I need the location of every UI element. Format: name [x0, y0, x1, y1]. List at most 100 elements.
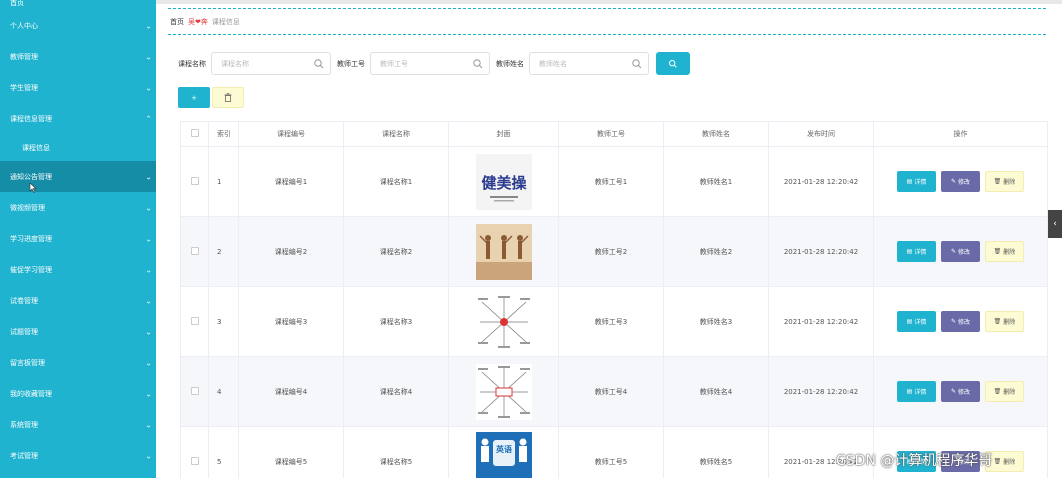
teacher-name-input[interactable]: 教师姓名 [529, 52, 649, 75]
edit-button[interactable]: ✎ 修改 [941, 311, 980, 332]
sidebar-item-videos[interactable]: 微视频管理 ⌄ [0, 192, 156, 223]
teacher-no: 教师工号5 [558, 426, 664, 478]
course-code: 课程编号3 [238, 286, 344, 357]
course-table: 索引 课程编号 课程名称 封面 教师工号 教师姓名 发布时间 操作 1 课程编号… [180, 121, 1048, 478]
sidebar-item-favorites[interactable]: 我的收藏管理 ⌄ [0, 378, 156, 409]
breadcrumb-home[interactable]: 首页 [170, 17, 184, 27]
cover-cell [448, 286, 559, 357]
pencil-icon: ✎ [950, 318, 956, 325]
chevron-down-icon: ⌄ [145, 172, 152, 181]
course-code: 课程编号2 [238, 216, 344, 287]
sidebar-item-exams[interactable]: 考试管理 ⌄ [0, 440, 156, 471]
chevron-down-icon: ⌄ [145, 265, 152, 274]
collapse-panel-button[interactable]: ‹ [1048, 210, 1062, 238]
separator-text: 吴 [188, 18, 195, 26]
sidebar-item-notices[interactable]: 通知公告管理 ⌄ [0, 161, 156, 192]
row-actions: ▤ 详情 ✎ 修改 🗑 删除 [873, 286, 1048, 357]
teacher-no-input[interactable]: 教师工号 [370, 52, 490, 75]
sidebar-item-label: 学习进度管理 [10, 234, 52, 243]
document-icon: ▤ [906, 248, 913, 255]
button-label: 修改 [958, 389, 971, 396]
row-select-cell[interactable] [180, 146, 209, 217]
sidebar-item-students[interactable]: 学生管理 ⌄ [0, 72, 156, 103]
button-label: 详情 [914, 249, 927, 256]
column-header[interactable]: 课程编号 [238, 121, 344, 147]
row-select-cell[interactable] [180, 286, 209, 357]
sidebar-item-progress[interactable]: 学习进度管理 ⌄ [0, 223, 156, 254]
column-header[interactable]: 发布时间 [768, 121, 874, 147]
row-checkbox[interactable] [190, 386, 199, 395]
column-header[interactable]: 课程名称 [343, 121, 449, 147]
add-button[interactable]: + [178, 87, 210, 108]
row-checkbox[interactable] [190, 176, 199, 185]
course-name-input[interactable]: 课程名称 [211, 52, 331, 75]
detail-button[interactable]: ▤ 详情 [897, 241, 936, 262]
detail-button[interactable]: ▤ 详情 [897, 311, 936, 332]
search-icon [314, 59, 324, 69]
trash-icon: 🗑 [993, 388, 1002, 395]
sidebar-item-label: 微视频管理 [10, 203, 45, 212]
row-select-cell[interactable] [180, 356, 209, 427]
row-select-cell[interactable] [180, 216, 209, 287]
chevron-down-icon: ⌄ [145, 203, 152, 212]
sidebar-item-questions[interactable]: 试题管理 ⌄ [0, 316, 156, 347]
sidebar-item-system[interactable]: 系统管理 ⌄ [0, 409, 156, 440]
delete-button[interactable]: 🗑 删除 [985, 311, 1024, 332]
sidebar-subitem-course-info[interactable]: 课程信息 [0, 134, 156, 161]
row-checkbox[interactable] [190, 456, 199, 465]
delete-button[interactable]: 🗑 删除 [985, 241, 1024, 262]
trash-icon: 🗑 [993, 318, 1002, 325]
sidebar-item-messages[interactable]: 留言板管理 ⌄ [0, 347, 156, 378]
teacher-no: 教师工号4 [558, 356, 664, 427]
detail-button[interactable]: ▤ 详情 [897, 171, 936, 192]
teacher-name: 教师姓名1 [663, 146, 769, 217]
sidebar-item-label: 学生管理 [10, 83, 38, 92]
column-header[interactable]: 教师姓名 [663, 121, 769, 147]
edit-button[interactable]: ✎ 修改 [941, 241, 980, 262]
row-index: 5 [208, 426, 239, 478]
teacher-no: 教师工号2 [558, 216, 664, 287]
sidebar-item-course-info[interactable]: 课程信息管理 ⌃ [0, 103, 156, 134]
trash-icon: 🗑 [993, 248, 1002, 255]
detail-button[interactable]: ▤ 详情 [897, 381, 936, 402]
sidebar-item-urge[interactable]: 催促学习管理 ⌄ [0, 254, 156, 285]
cover-image [475, 293, 532, 350]
row-checkbox[interactable] [190, 316, 199, 325]
document-icon: ▤ [906, 388, 913, 395]
select-all-checkbox[interactable] [190, 129, 199, 137]
row-select-cell[interactable] [180, 426, 209, 478]
chevron-down-icon: ⌄ [145, 389, 152, 398]
cover-text: 英语 [495, 444, 512, 454]
publish-time: 2021-01-28 12:20:42 [768, 216, 874, 287]
sidebar-item-label: 教师管理 [10, 52, 38, 61]
button-label: 详情 [914, 389, 927, 396]
sidebar-item-home[interactable]: 首页 [0, 0, 156, 10]
search-button[interactable] [656, 52, 690, 75]
button-label: 详情 [914, 319, 927, 326]
sidebar-item-personal[interactable]: 个人中心 ⌄ [0, 10, 156, 41]
search-icon [632, 59, 642, 69]
cover-image: 健美操 [475, 153, 532, 210]
select-all-cell[interactable] [180, 121, 209, 147]
batch-delete-button[interactable] [212, 87, 244, 108]
column-header[interactable]: 索引 [208, 121, 239, 147]
delete-button[interactable]: 🗑 删除 [985, 171, 1024, 192]
button-label: 删除 [1003, 249, 1016, 256]
cover-cell [448, 356, 559, 427]
chevron-down-icon: ⌄ [145, 420, 152, 429]
chevron-down-icon: ⌄ [145, 358, 152, 367]
sidebar-item-label: 试卷管理 [10, 296, 38, 305]
sidebar-item-teachers[interactable]: 教师管理 ⌄ [0, 41, 156, 72]
publish-time: 2021-01-28 12:20:42 [768, 356, 874, 427]
button-label: 删除 [1003, 179, 1016, 186]
sidebar-item-papers[interactable]: 试卷管理 ⌄ [0, 285, 156, 316]
cover-image: 英语 [475, 432, 532, 478]
delete-button[interactable]: 🗑 删除 [985, 381, 1024, 402]
edit-button[interactable]: ✎ 修改 [941, 381, 980, 402]
edit-button[interactable]: ✎ 修改 [941, 171, 980, 192]
trash-icon: 🗑 [993, 458, 1002, 465]
chevron-left-icon: ‹ [1053, 219, 1057, 229]
row-checkbox[interactable] [190, 246, 199, 255]
top-bar [156, 0, 1062, 4]
column-header[interactable]: 教师工号 [558, 121, 664, 147]
